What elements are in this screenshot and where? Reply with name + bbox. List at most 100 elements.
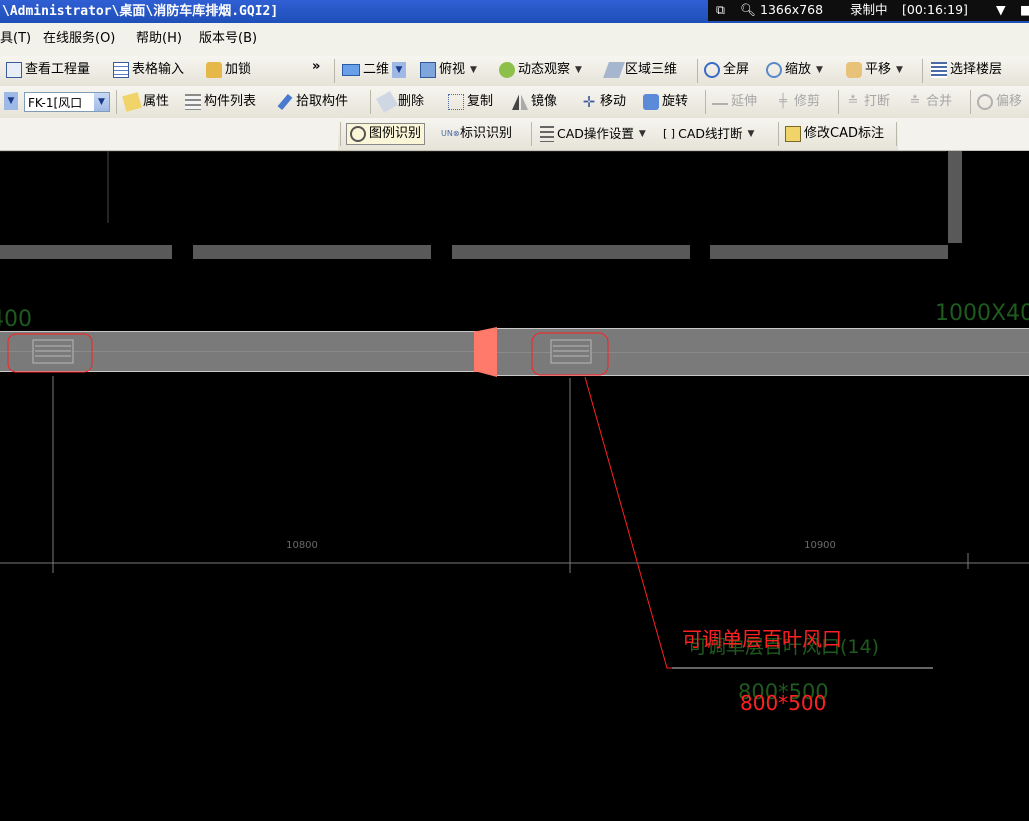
label-recognize-icon: UN⊗ [441, 129, 460, 138]
cube-icon [420, 62, 436, 78]
cad-settings-button[interactable]: CAD操作设置 ▼ [540, 124, 646, 144]
toolbar-edit: ▼ FK-1[风口 ▼ 属性 构件列表 拾取构件 删除 复制 镜像 ✛ 移动 旋… [0, 86, 1029, 118]
duct-reducer[interactable] [474, 327, 497, 377]
more-tools-button[interactable]: » [312, 57, 320, 77]
label-recognize-button[interactable]: UN⊗ 标识识别 [441, 124, 512, 144]
zoom-icon [766, 62, 782, 78]
chevron-down-icon: ▼ [392, 62, 407, 78]
search-icon[interactable]: 🔍︎ [740, 0, 756, 20]
rotate-button[interactable]: 旋转 [643, 92, 688, 112]
toolbar-separator [116, 90, 117, 114]
view-2d-icon [342, 64, 360, 76]
bracket-icon: [ ] [663, 127, 676, 140]
vent-size-annotation: 800*500 [740, 691, 826, 715]
toolbar-separator [697, 59, 698, 83]
toolbar-separator [838, 90, 839, 114]
vent-name-annotation: 可调单层百叶风口 [682, 627, 842, 651]
menu-version[interactable]: 版本号(B) [199, 29, 257, 49]
rotate-icon [643, 94, 659, 110]
toolbar-separator [896, 122, 897, 146]
window-icon[interactable]: ■ [1020, 0, 1029, 20]
toolbar-separator [340, 122, 341, 146]
chevron-down-icon: ▼ [575, 65, 582, 75]
copy-icon [448, 94, 464, 110]
chevron-down-icon: ▼ [470, 65, 477, 75]
full-screen-button[interactable]: 全屏 [704, 60, 749, 80]
pick-component-button[interactable]: 拾取构件 [277, 92, 348, 112]
region-3d-button[interactable]: 区域三维 [603, 60, 677, 80]
view-mode-selector[interactable]: 二维 ▼ [342, 60, 407, 80]
component-select[interactable]: FK-1[风口 ▼ [24, 92, 110, 112]
recorder-resolution: 1366x768 [760, 2, 824, 17]
cad-settings-icon [540, 126, 554, 142]
view-quantity-icon [6, 62, 22, 78]
duct-label-left: 400 [0, 307, 32, 332]
recorder-bar: ⧉ 🔍︎ 1366x768 录制中 [00:16:19] ▼ ■ [708, 0, 1029, 21]
wall-segment [0, 245, 172, 259]
toolbar-separator [705, 90, 706, 114]
restore-icon[interactable]: ⧉ [716, 0, 725, 20]
move-icon: ✛ [582, 93, 596, 111]
dropper-icon [277, 93, 293, 111]
toolbar-view: 查看工程量 表格输入 加锁 » 二维 ▼ 俯视 ▼ 动态观察 ▼ 区域三维 全屏 缩… [0, 56, 1029, 86]
select-floor-button[interactable]: 选择楼层 [931, 60, 1002, 80]
view-quantity-button[interactable]: 查看工程量 [6, 60, 90, 80]
wall-segment [193, 245, 431, 259]
chevron-down-icon: ▼ [816, 65, 823, 75]
mirror-button[interactable]: 镜像 [512, 92, 557, 112]
cad-canvas[interactable]: 400 1000X40 10800 10900 可调单层百叶风口(14) [0, 151, 1029, 821]
cad-label-icon [785, 126, 801, 142]
move-button[interactable]: ✛ 移动 [581, 92, 626, 112]
zoom-button[interactable]: 缩放 ▼ [766, 60, 823, 80]
lock-button[interactable]: 加锁 [206, 60, 251, 80]
top-view-button[interactable]: 俯视 ▼ [420, 60, 477, 80]
chevron-down-icon[interactable]: ▼ [94, 93, 109, 111]
title-bar: \Administrator\桌面\消防车库排烟.GQI2] ⧉ 🔍︎ 1366… [0, 0, 1029, 23]
legend-recognize-icon [350, 126, 366, 142]
dropdown-arrow-icon[interactable]: ▼ [996, 0, 1006, 20]
table-input-button[interactable]: 表格输入 [113, 60, 184, 80]
legend-recognize-button[interactable]: 图例识别 [346, 123, 426, 145]
window-title: \Administrator\桌面\消防车库排烟.GQI2] [2, 4, 279, 19]
cad-line-break-button[interactable]: [ ] CAD线打断 ▼ [663, 124, 754, 144]
duct-label-right: 1000X40 [935, 301, 1029, 326]
merge-button[interactable]: ≛ 合并 [907, 92, 952, 112]
toolbar-empty-area [0, 118, 338, 150]
menu-online-service[interactable]: 在线服务(O) [43, 29, 115, 49]
duct-run[interactable] [0, 327, 1029, 377]
toolbar-cad: 图例识别 UN⊗ 标识识别 CAD操作设置 ▼ [ ] CAD线打断 ▼ 修改CAD… [0, 118, 1029, 151]
pan-button[interactable]: 平移 ▼ [846, 60, 903, 80]
toolbar-separator [778, 122, 779, 146]
chevron-down-icon: ▼ [747, 129, 755, 139]
list-icon [185, 94, 201, 110]
menu-tools[interactable]: 具(T) [0, 29, 31, 49]
dynamic-view-button[interactable]: 动态观察 ▼ [499, 60, 582, 80]
offset-button[interactable]: 偏移 [977, 92, 1022, 112]
toolbar-separator [531, 122, 532, 146]
recorder-status: 录制中 [850, 2, 888, 17]
eraser-icon [376, 91, 398, 113]
chevron-down-icon: ▼ [638, 129, 646, 139]
orbit-icon [499, 62, 515, 78]
lock-icon [206, 62, 222, 78]
chevron-down-icon[interactable]: ▼ [4, 92, 18, 110]
wall-segment [710, 245, 948, 259]
offset-icon [977, 94, 993, 110]
extend-button[interactable]: 延伸 [712, 92, 757, 112]
properties-button[interactable]: 属性 [122, 92, 169, 112]
copy-button[interactable]: 复制 [448, 92, 493, 112]
full-screen-icon [704, 62, 720, 78]
hand-icon [846, 62, 862, 78]
toolbar-empty-area [898, 118, 1029, 150]
toolbar-separator [370, 90, 371, 114]
toolbar-separator [334, 59, 335, 83]
trim-button[interactable]: ╪ 修剪 [775, 92, 820, 112]
break-button[interactable]: ≛ 打断 [845, 92, 890, 112]
chevron-down-icon: ▼ [896, 65, 903, 75]
menu-help[interactable]: 帮助(H) [136, 29, 182, 49]
dimension-right: 10900 [804, 540, 836, 551]
modify-cad-label-button[interactable]: 修改CAD标注 [785, 124, 884, 144]
delete-button[interactable]: 删除 [376, 91, 424, 113]
floors-icon [931, 62, 947, 78]
component-list-button[interactable]: 构件列表 [185, 92, 256, 112]
